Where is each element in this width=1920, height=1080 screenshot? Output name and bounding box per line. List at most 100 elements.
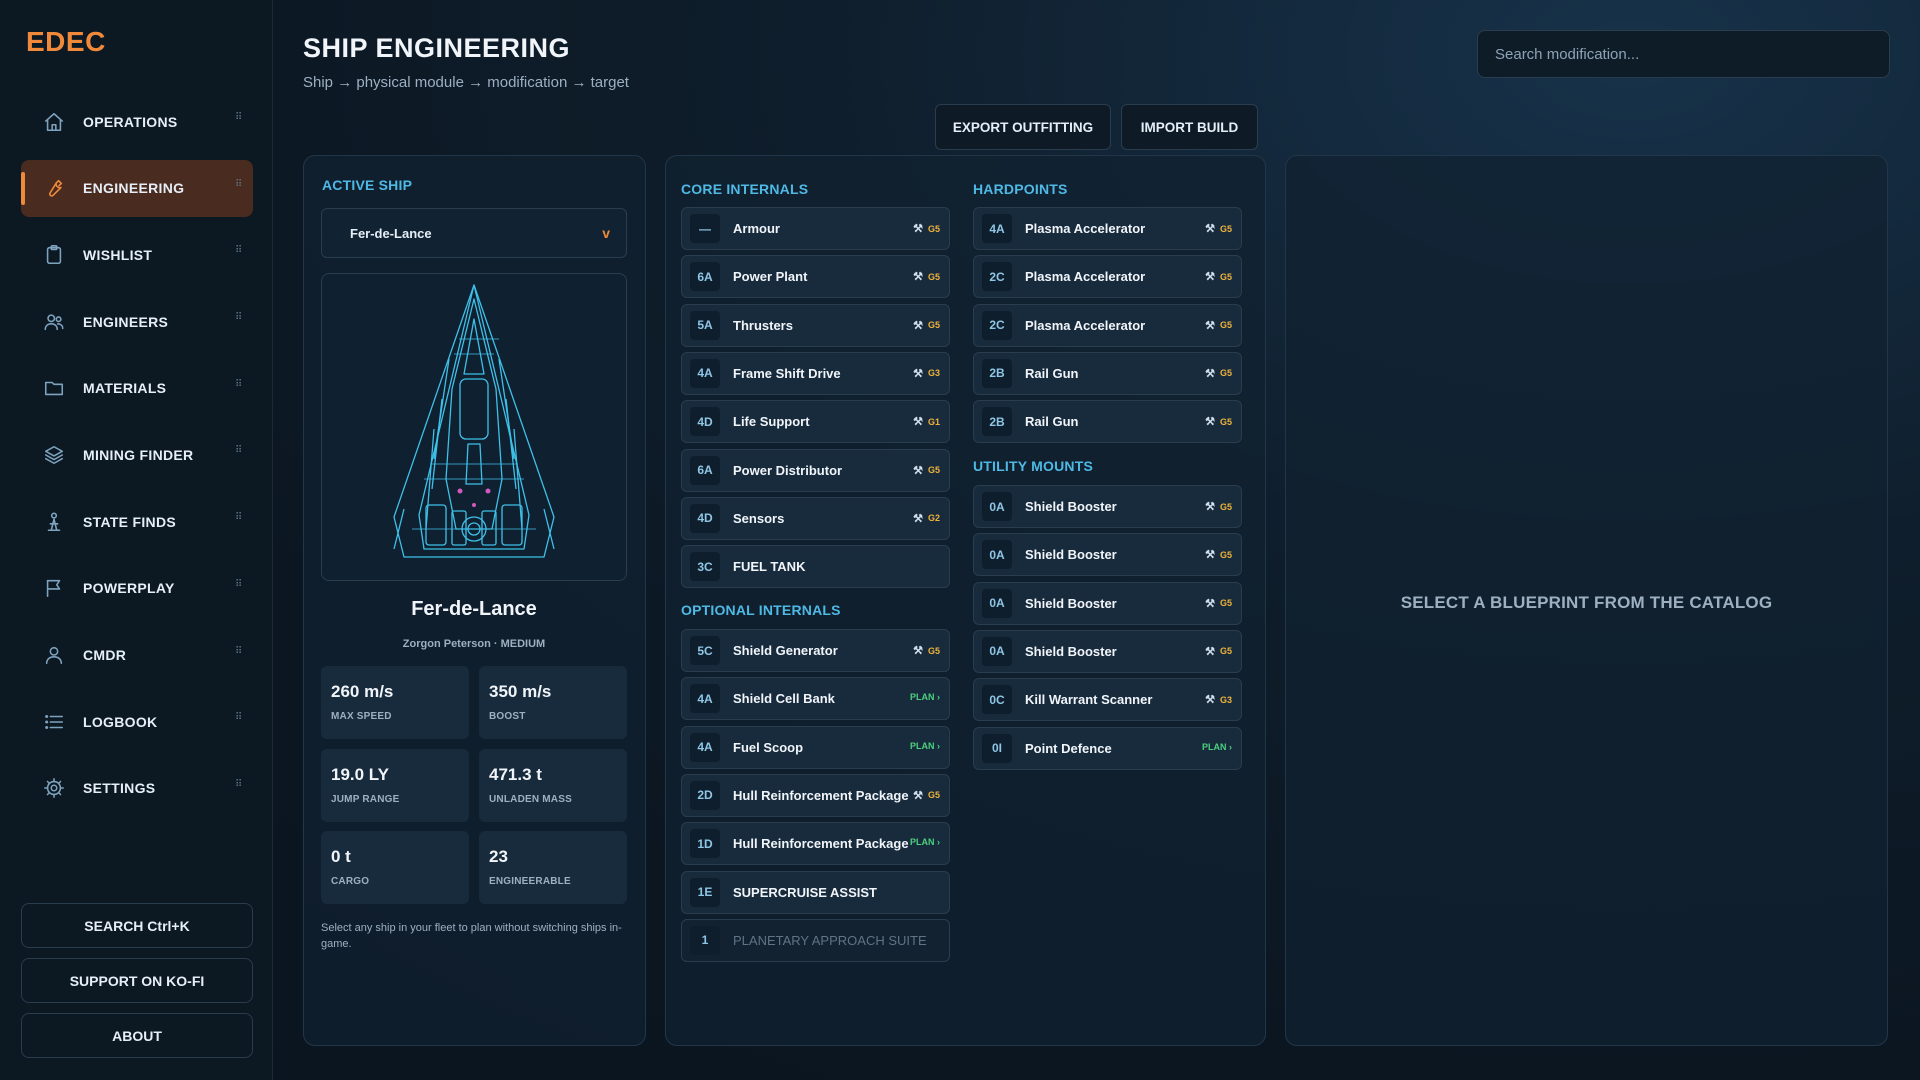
module-name: FUEL TANK bbox=[733, 559, 806, 575]
module-name: Rail Gun bbox=[1025, 365, 1079, 381]
support-kofi-button[interactable]: SUPPORT ON KO-FI bbox=[21, 958, 253, 1003]
module-row[interactable]: 5A Thrusters ⚒ G5 bbox=[681, 303, 950, 347]
plan-button[interactable]: PLAN › bbox=[1202, 742, 1232, 752]
grade-badge: ⚒ G5 bbox=[1205, 548, 1232, 561]
wrench-icon: ⚒ bbox=[1205, 694, 1215, 707]
drag-handle-icon[interactable]: ⠿ bbox=[235, 713, 243, 727]
module-row[interactable]: 0A Shield Booster ⚒ G5 bbox=[973, 485, 1242, 528]
grade-label: G5 bbox=[927, 271, 940, 282]
module-class-badge: 2C bbox=[982, 310, 1012, 340]
search-shortcut-button[interactable]: SEARCH Ctrl+K bbox=[21, 903, 253, 948]
module-name: Fuel Scoop bbox=[733, 739, 804, 755]
sidebar-item-logbook[interactable]: LOGBOOK ⠿ bbox=[21, 693, 253, 750]
sidebar-item-engineering[interactable]: ENGINEERING ⠿ bbox=[21, 159, 253, 217]
sidebar-item-operations[interactable]: OPERATIONS ⠿ bbox=[21, 93, 253, 150]
search-modification-input[interactable] bbox=[1477, 30, 1890, 78]
export-outfitting-button[interactable]: EXPORT OUTFITTING bbox=[935, 104, 1111, 150]
module-class-badge: 4A bbox=[690, 684, 720, 714]
module-row[interactable]: — Armour ⚒ G5 bbox=[681, 207, 950, 250]
module-row[interactable]: 2C Plasma Accelerator ⚒ G5 bbox=[973, 303, 1242, 347]
drag-handle-icon[interactable]: ⠿ bbox=[235, 513, 243, 527]
wrench-icon: ⚒ bbox=[1205, 501, 1215, 513]
module-class-badge: 1 bbox=[690, 925, 720, 955]
sidebar-item-engineers[interactable]: ENGINEERS ⠿ bbox=[21, 293, 253, 350]
utility-mounts-heading: UTILITY MOUNTS bbox=[973, 458, 1093, 474]
module-class-badge: 3C bbox=[690, 552, 720, 582]
module-class-badge: — bbox=[690, 214, 720, 243]
wrench-icon: ⚒ bbox=[913, 271, 923, 284]
module-row[interactable]: 5C Shield Generator ⚒ G5 bbox=[681, 629, 950, 672]
drag-handle-icon[interactable]: ⠿ bbox=[235, 313, 243, 327]
sidebar-item-settings[interactable]: SETTINGS ⠿ bbox=[21, 760, 253, 817]
drag-handle-icon[interactable]: ⠿ bbox=[235, 379, 243, 394]
stat-label: BOOST bbox=[489, 711, 526, 722]
module-row[interactable]: 0A Shield Booster ⚒ G5 bbox=[973, 533, 1242, 577]
modules-panel: CORE INTERNALS OPTIONAL INTERNALS HARDPO… bbox=[665, 155, 1266, 1046]
import-build-button[interactable]: IMPORT BUILD bbox=[1121, 104, 1258, 150]
module-row[interactable]: 6A Power Plant ⚒ G5 bbox=[681, 255, 950, 299]
module-class-badge: 0A bbox=[982, 492, 1012, 521]
drag-handle-icon[interactable]: ⠿ bbox=[235, 179, 243, 194]
module-row[interactable]: 4A Shield Cell Bank PLAN › bbox=[681, 677, 950, 721]
module-name: Life Support bbox=[733, 414, 810, 430]
drag-handle-icon[interactable]: ⠿ bbox=[235, 113, 243, 127]
plan-button[interactable]: PLAN › bbox=[910, 741, 940, 751]
layers-icon bbox=[42, 443, 66, 467]
module-row[interactable]: 0A Shield Booster ⚒ G5 bbox=[973, 629, 1242, 673]
module-name: Shield Cell Bank bbox=[733, 691, 835, 707]
sidebar-item-state-finds[interactable]: STATE FINDS ⠿ bbox=[21, 493, 253, 550]
module-row[interactable]: 2C Plasma Accelerator ⚒ G5 bbox=[973, 255, 1242, 299]
module-row[interactable]: 4D Life Support ⚒ G1 bbox=[681, 400, 950, 444]
ship-select[interactable]: Fer-de-Lance v bbox=[321, 208, 627, 258]
sidebar-item-cmdr[interactable]: CMDR ⠿ bbox=[21, 627, 253, 684]
module-row[interactable]: 0A Shield Booster ⚒ G5 bbox=[973, 581, 1242, 625]
sidebar-item-wishlist[interactable]: WISHLIST ⠿ bbox=[21, 226, 253, 283]
plan-button[interactable]: PLAN › bbox=[910, 692, 940, 702]
sidebar-item-label: LOGBOOK bbox=[83, 713, 158, 730]
drag-handle-icon[interactable]: ⠿ bbox=[235, 446, 243, 460]
module-row[interactable]: 0C Kill Warrant Scanner ⚒ G3 bbox=[973, 678, 1242, 722]
module-row[interactable]: 6A Power Distributor ⚒ G5 bbox=[681, 448, 950, 492]
module-row[interactable]: 1 PLANETARY APPROACH SUITE bbox=[681, 918, 950, 962]
about-button[interactable]: ABOUT bbox=[21, 1013, 253, 1058]
module-class-badge: 4A bbox=[982, 214, 1012, 243]
sidebar: EDEC OPERATIONS ⠿ ENGINEERING ⠿ WISHLIST ⠿ ENG… bbox=[0, 0, 273, 1080]
stat-label: CARGO bbox=[331, 876, 370, 887]
module-row[interactable]: 4A Plasma Accelerator ⚒ G5 bbox=[973, 207, 1242, 250]
stat-value: 350 m/s bbox=[489, 682, 552, 701]
optional-internals-heading: OPTIONAL INTERNALS bbox=[681, 602, 841, 618]
grade-label: G5 bbox=[1219, 271, 1232, 282]
stat-value: 23 bbox=[489, 847, 508, 866]
sidebar-item-materials[interactable]: MATERIALS ⠿ bbox=[21, 360, 253, 417]
stat-unladen-mass: 471.3 t UNLADEN MASS bbox=[479, 749, 627, 822]
module-name: Armour bbox=[733, 221, 780, 236]
drag-handle-icon[interactable]: ⠿ bbox=[235, 646, 243, 661]
module-row[interactable]: 0I Point Defence PLAN › bbox=[973, 726, 1242, 770]
drag-handle-icon[interactable]: ⠿ bbox=[235, 246, 243, 260]
module-row[interactable]: 4A Fuel Scoop PLAN › bbox=[681, 725, 950, 769]
sidebar-item-mining-finder[interactable]: MINING FINDER ⠿ bbox=[21, 426, 253, 483]
module-row[interactable]: 3C FUEL TANK bbox=[681, 545, 950, 589]
core-internals-heading: CORE INTERNALS bbox=[681, 181, 809, 197]
module-row[interactable]: 1D Hull Reinforcement Package PLAN › bbox=[681, 822, 950, 866]
module-row[interactable]: 2B Rail Gun ⚒ G5 bbox=[973, 400, 1242, 444]
wrench-icon: ⚒ bbox=[913, 645, 923, 657]
module-row[interactable]: 2D Hull Reinforcement Package ⚒ G5 bbox=[681, 773, 950, 817]
drag-handle-icon[interactable]: ⠿ bbox=[235, 779, 243, 794]
wrench-icon: ⚒ bbox=[1205, 645, 1215, 658]
user-icon bbox=[42, 643, 66, 667]
grade-label: G5 bbox=[927, 465, 940, 475]
sidebar-item-powerplay[interactable]: POWERPLAY ⠿ bbox=[21, 560, 253, 617]
app-logo[interactable]: EDEC bbox=[26, 26, 106, 58]
module-row[interactable]: 4A Frame Shift Drive ⚒ G3 bbox=[681, 351, 950, 395]
module-name: Frame Shift Drive bbox=[733, 365, 841, 381]
plan-button[interactable]: PLAN › bbox=[910, 837, 940, 847]
module-row[interactable]: 1E SUPERCRUISE ASSIST bbox=[681, 870, 950, 914]
module-row[interactable]: 4D Sensors ⚒ G2 bbox=[681, 496, 950, 540]
module-name: SUPERCRUISE ASSIST bbox=[733, 884, 877, 900]
wrench-icon bbox=[42, 176, 66, 200]
module-row[interactable]: 2B Rail Gun ⚒ G5 bbox=[973, 351, 1242, 395]
active-ship-heading: ACTIVE SHIP bbox=[322, 177, 413, 193]
drag-handle-icon[interactable]: ⠿ bbox=[235, 579, 243, 594]
grade-label: G5 bbox=[927, 320, 940, 331]
